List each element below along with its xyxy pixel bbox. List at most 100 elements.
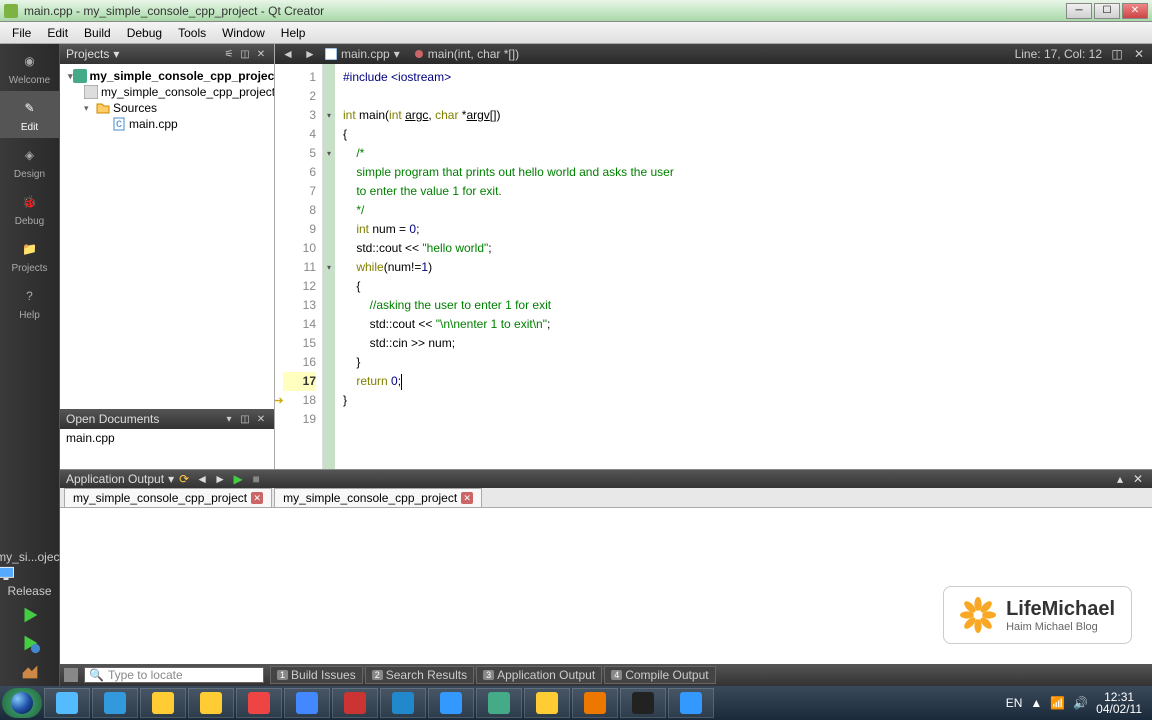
tree-pro-file[interactable]: my_simple_console_cpp_project.p	[64, 84, 270, 100]
design-icon: ◈	[18, 143, 42, 167]
status-bar: 🔍 Type to locate 1Build Issues2Search Re…	[60, 664, 1152, 686]
projects-header: Projects ▾ ⚟ ◫ ✕	[60, 44, 274, 64]
editor-toolbar: ◄ ► main.cpp ▾ main(int, char *[]) Line:…	[275, 44, 1152, 64]
mode-help[interactable]: ?Help	[0, 279, 59, 326]
taskbar-app[interactable]	[380, 688, 426, 718]
build-button[interactable]	[19, 660, 41, 682]
open-documents-panel: Open Documents ▾ ◫ ✕ main.cpp	[60, 409, 274, 469]
minimize-button[interactable]: ─	[1066, 3, 1092, 19]
function-icon	[414, 49, 424, 59]
taskbar-app[interactable]	[620, 688, 666, 718]
clock[interactable]: 12:31 04/02/11	[1096, 691, 1142, 715]
taskbar-app[interactable]	[236, 688, 282, 718]
tree-file-main[interactable]: cmain.cpp	[64, 116, 270, 132]
prev-icon[interactable]: ◄	[194, 472, 210, 486]
edit-icon: ✎	[18, 96, 42, 120]
bottom-tab-build-issues[interactable]: 1Build Issues	[270, 666, 363, 684]
output-tab[interactable]: my_simple_console_cpp_project✕	[64, 488, 272, 507]
filter-icon[interactable]: ⚟	[222, 47, 236, 61]
taskbar-app[interactable]	[332, 688, 378, 718]
run-button[interactable]	[19, 604, 41, 626]
stop-icon[interactable]: ■	[248, 472, 264, 486]
project-tree[interactable]: ▾my_simple_console_cpp_project my_simple…	[60, 64, 274, 409]
debug-button[interactable]	[19, 632, 41, 654]
next-icon[interactable]: ►	[212, 472, 228, 486]
file-selector[interactable]: main.cpp ▾	[325, 47, 400, 61]
editor-area: ◄ ► main.cpp ▾ main(int, char *[]) Line:…	[275, 44, 1152, 469]
mode-design[interactable]: ◈Design	[0, 138, 59, 185]
split-editor-icon[interactable]: ◫	[1110, 47, 1124, 61]
menu-tools[interactable]: Tools	[170, 24, 214, 42]
output-tab[interactable]: my_simple_console_cpp_project✕	[274, 488, 482, 507]
taskbar-app[interactable]	[524, 688, 570, 718]
bottom-tab-application-output[interactable]: 3Application Output	[476, 666, 602, 684]
monitor-icon	[0, 564, 16, 584]
bottom-tab-search-results[interactable]: 2Search Results	[365, 666, 474, 684]
taskbar-app[interactable]	[668, 688, 714, 718]
locator-input[interactable]: 🔍 Type to locate	[84, 667, 264, 683]
mode-edit[interactable]: ✎Edit	[0, 91, 59, 138]
open-doc-item[interactable]: main.cpp	[60, 429, 274, 447]
mode-projects[interactable]: 📁Projects	[0, 232, 59, 279]
bottom-tab-compile-output[interactable]: 4Compile Output	[604, 666, 715, 684]
kit-selector[interactable]: my_si...oject Release	[0, 550, 63, 598]
system-tray[interactable]: EN ▲ 📶 🔊 12:31 04/02/11	[998, 691, 1150, 715]
split-icon[interactable]: ◫	[238, 412, 252, 426]
taskbar-app[interactable]	[284, 688, 330, 718]
menu-window[interactable]: Window	[214, 24, 273, 42]
back-icon[interactable]: ◄	[281, 47, 295, 61]
close-tab-icon[interactable]: ✕	[251, 492, 263, 504]
output-body: LifeMichael Haim Michael Blog	[60, 508, 1152, 664]
menu-debug[interactable]: Debug	[119, 24, 170, 42]
svg-text:c: c	[116, 117, 122, 130]
window-titlebar: main.cpp - my_simple_console_cpp_project…	[0, 0, 1152, 22]
code-editor[interactable]: ➔ 12345678910111213141516171819 ▾▾▾ #inc…	[275, 64, 1152, 469]
close-tab-icon[interactable]: ✕	[461, 492, 473, 504]
tray-flag-icon[interactable]: ▲	[1030, 696, 1042, 710]
menu-build[interactable]: Build	[76, 24, 119, 42]
tree-root[interactable]: ▾my_simple_console_cpp_project	[64, 68, 270, 84]
menu-edit[interactable]: Edit	[39, 24, 76, 42]
panel-close-icon[interactable]: ✕	[254, 412, 268, 426]
language-indicator[interactable]: EN	[1006, 696, 1023, 710]
mode-welcome[interactable]: ◉Welcome	[0, 44, 59, 91]
minimize-output-icon[interactable]: ▴	[1112, 472, 1128, 486]
help-icon: ?	[18, 284, 42, 308]
close-button[interactable]: ✕	[1122, 3, 1148, 19]
watermark-logo: LifeMichael Haim Michael Blog	[943, 586, 1132, 644]
windows-taskbar: EN ▲ 📶 🔊 12:31 04/02/11	[0, 686, 1152, 720]
debug-icon: 🐞	[18, 190, 42, 214]
dropdown-icon[interactable]: ▾	[222, 412, 236, 426]
taskbar-app[interactable]	[188, 688, 234, 718]
flower-icon	[960, 597, 996, 633]
taskbar-app[interactable]	[572, 688, 618, 718]
tray-volume-icon[interactable]: 🔊	[1073, 696, 1088, 710]
split-icon[interactable]: ◫	[238, 47, 252, 61]
toggle-sidebar-icon[interactable]	[64, 668, 78, 682]
run-output-icon[interactable]: ▶	[230, 472, 246, 486]
output-panel: Application Output ▾ ⟳ ◄ ► ▶ ■ ▴ ✕ my_si…	[60, 469, 1152, 664]
tray-network-icon[interactable]: 📶	[1050, 696, 1065, 710]
welcome-icon: ◉	[18, 49, 42, 73]
taskbar-app[interactable]	[476, 688, 522, 718]
rerun-icon[interactable]: ⟳	[176, 472, 192, 486]
start-button[interactable]	[2, 688, 42, 718]
mode-sidebar: ◉Welcome✎Edit◈Design🐞Debug📁Projects?Help…	[0, 44, 60, 686]
taskbar-app[interactable]	[44, 688, 90, 718]
taskbar-app[interactable]	[92, 688, 138, 718]
cpp-file-icon	[325, 48, 337, 60]
taskbar-app[interactable]	[140, 688, 186, 718]
menu-help[interactable]: Help	[273, 24, 314, 42]
mode-debug[interactable]: 🐞Debug	[0, 185, 59, 232]
close-output-icon[interactable]: ✕	[1130, 472, 1146, 486]
maximize-button[interactable]: ☐	[1094, 3, 1120, 19]
close-editor-icon[interactable]: ✕	[1132, 47, 1146, 61]
tree-sources-folder[interactable]: ▾Sources	[64, 100, 270, 116]
menu-bar: FileEditBuildDebugToolsWindowHelp	[0, 22, 1152, 44]
panel-close-icon[interactable]: ✕	[254, 47, 268, 61]
symbol-selector[interactable]: main(int, char *[])	[408, 47, 525, 61]
taskbar-app[interactable]	[428, 688, 474, 718]
menu-file[interactable]: File	[4, 24, 39, 42]
cursor-position: Line: 17, Col: 12	[1015, 47, 1102, 61]
forward-icon[interactable]: ►	[303, 47, 317, 61]
